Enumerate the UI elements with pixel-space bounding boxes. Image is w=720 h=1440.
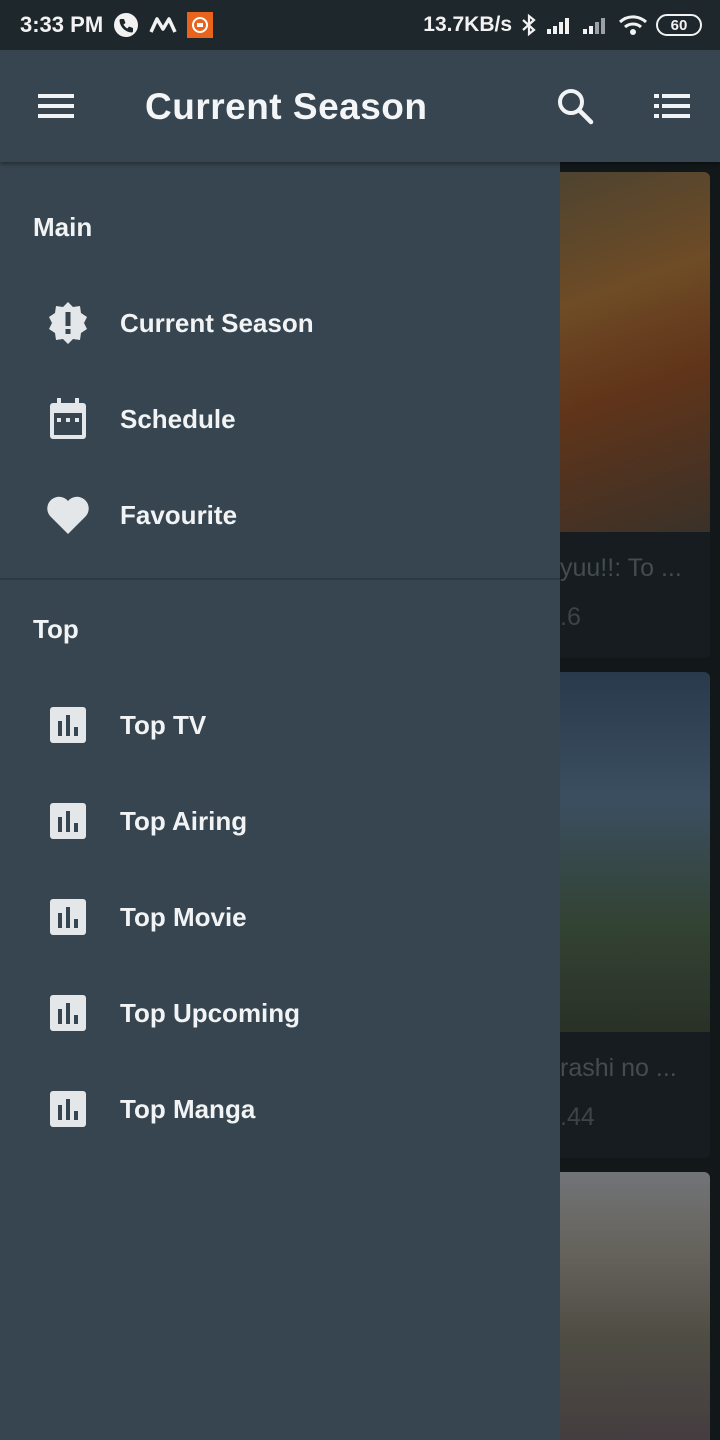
wifi-icon bbox=[618, 14, 648, 36]
drawer-item-top-tv[interactable]: Top TV bbox=[0, 677, 560, 773]
bar-chart-icon bbox=[46, 1087, 90, 1131]
heart-icon bbox=[46, 493, 90, 537]
page-title: Current Season bbox=[145, 86, 428, 127]
drawer-item-top-upcoming[interactable]: Top Upcoming bbox=[0, 965, 560, 1061]
drawer-item-label: Top Upcoming bbox=[120, 997, 301, 1028]
drawer-item-label: Schedule bbox=[120, 403, 236, 434]
bluetooth-icon bbox=[520, 13, 538, 37]
section-header-main: Main bbox=[33, 212, 93, 242]
calendar-icon bbox=[46, 397, 90, 441]
drawer-item-top-movie[interactable]: Top Movie bbox=[0, 869, 560, 965]
new-releases-icon bbox=[46, 301, 90, 345]
drawer-item-label: Current Season bbox=[120, 307, 314, 338]
drawer-item-label: Top Movie bbox=[120, 901, 247, 932]
drawer-divider bbox=[0, 578, 560, 580]
menu-icon[interactable] bbox=[28, 78, 84, 134]
search-icon[interactable] bbox=[547, 78, 603, 134]
status-time: 3:33 PM bbox=[20, 12, 104, 37]
list-view-icon[interactable] bbox=[644, 78, 700, 134]
app-bar: Current Season bbox=[0, 50, 720, 162]
signal-icon bbox=[546, 15, 574, 35]
status-right: 13.7KB/s 60 bbox=[423, 13, 702, 37]
call-icon bbox=[113, 12, 139, 38]
status-bar: 3:33 PM 13.7KB/s 60 bbox=[0, 0, 720, 50]
app-m-icon bbox=[149, 15, 177, 35]
drawer-item-favourite[interactable]: Favourite bbox=[0, 467, 560, 563]
drawer-item-label: Top Airing bbox=[120, 805, 248, 836]
app-notification-icon bbox=[187, 12, 214, 38]
drawer-item-label: Favourite bbox=[120, 499, 238, 530]
navigation-drawer: Main Current Season Schedule Favourite T… bbox=[0, 162, 560, 1440]
drawer-item-top-manga[interactable]: Top Manga bbox=[0, 1061, 560, 1157]
drawer-item-label: Top Manga bbox=[120, 1093, 256, 1124]
drawer-item-schedule[interactable]: Schedule bbox=[0, 371, 560, 467]
drawer-item-label: Top TV bbox=[120, 709, 207, 740]
bar-chart-icon bbox=[46, 799, 90, 843]
drawer-item-current-season[interactable]: Current Season bbox=[0, 275, 560, 371]
battery-icon: 60 bbox=[656, 14, 702, 36]
status-left: 3:33 PM bbox=[20, 12, 214, 38]
bar-chart-icon bbox=[46, 895, 90, 939]
bar-chart-icon bbox=[46, 703, 90, 747]
drawer-item-top-airing[interactable]: Top Airing bbox=[0, 773, 560, 869]
section-header-top: Top bbox=[33, 614, 79, 644]
bar-chart-icon bbox=[46, 991, 90, 1035]
signal-icon bbox=[582, 15, 610, 35]
network-speed: 13.7KB/s bbox=[423, 13, 512, 36]
